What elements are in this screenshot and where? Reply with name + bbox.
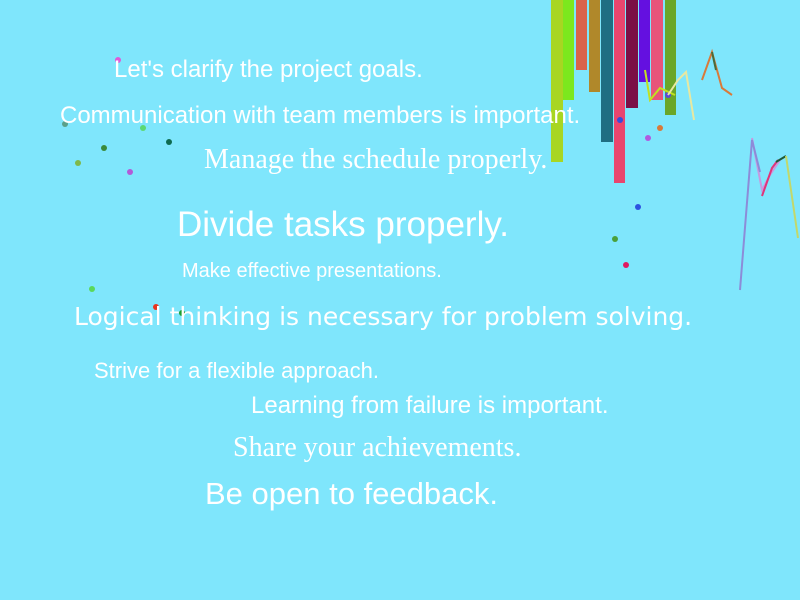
message-learning-failure: Learning from failure is important. xyxy=(251,392,609,419)
decorative-bar xyxy=(551,0,563,162)
decorative-dot xyxy=(635,204,641,210)
decorative-bar xyxy=(639,0,650,82)
decorative-bar xyxy=(626,0,638,108)
message-divide-tasks: Divide tasks properly. xyxy=(177,205,509,244)
decorative-line xyxy=(775,155,787,163)
message-flexible-approach: Strive for a flexible approach. xyxy=(94,358,379,383)
decorative-dot xyxy=(657,125,663,131)
decorative-bar xyxy=(563,0,574,100)
decorative-line xyxy=(739,139,761,291)
message-clarify-goals: Let's clarify the project goals. xyxy=(114,56,423,83)
decorative-dot xyxy=(623,262,629,268)
message-feedback: Be open to feedback. xyxy=(205,476,499,511)
decorative-dot xyxy=(101,145,107,151)
message-presentations: Make effective presentations. xyxy=(182,260,442,282)
decorative-dot xyxy=(127,169,133,175)
decorative-dot xyxy=(612,236,618,242)
decorative-bar xyxy=(601,0,613,142)
decorative-dot xyxy=(645,135,651,141)
decorative-bar xyxy=(576,0,587,70)
decorative-dot xyxy=(75,160,81,166)
decorative-line xyxy=(701,48,733,96)
message-manage-schedule: Manage the schedule properly. xyxy=(204,144,548,175)
decorative-line xyxy=(785,155,799,239)
decorative-bar xyxy=(614,0,625,183)
decorative-bar xyxy=(651,0,663,100)
decorative-dot xyxy=(617,117,623,123)
decorative-bar xyxy=(589,0,600,92)
message-share-achievements: Share your achievements. xyxy=(233,432,522,463)
decorative-dot xyxy=(166,139,172,145)
message-communication: Communication with team members is impor… xyxy=(60,102,581,129)
decorative-dot xyxy=(89,286,95,292)
decorative-bar xyxy=(665,0,676,115)
message-logical-thinking: Logical thinking is necessary for proble… xyxy=(74,302,693,331)
